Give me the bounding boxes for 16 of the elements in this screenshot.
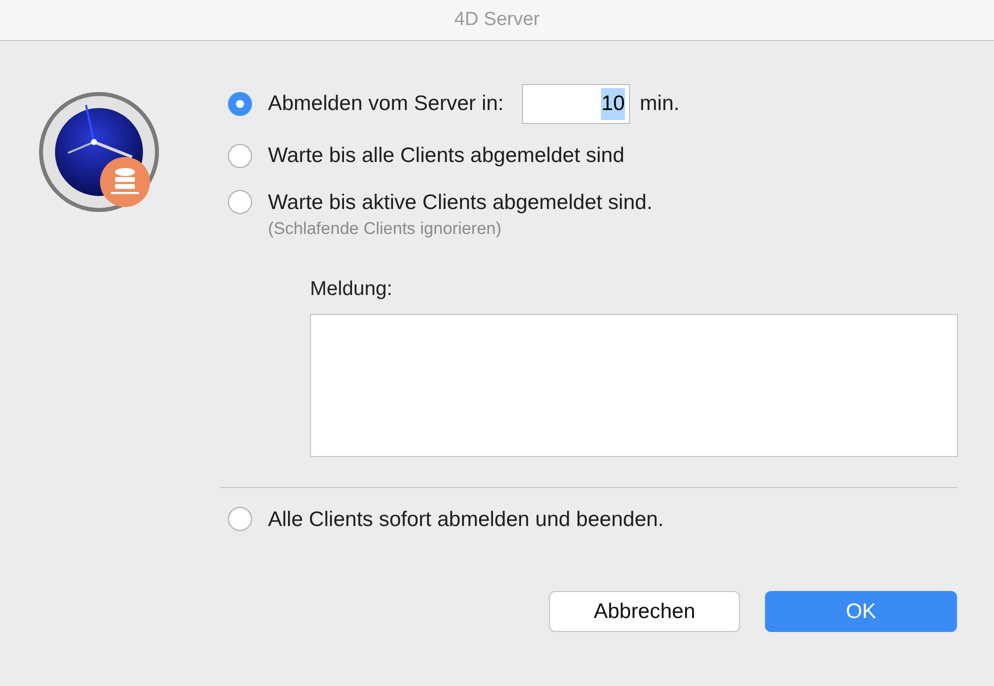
radio-button[interactable]: [228, 190, 252, 214]
unit-label: min.: [640, 91, 680, 118]
message-field[interactable]: [310, 314, 958, 456]
radio-button[interactable]: [228, 92, 252, 116]
option-note: (Schlafende Clients ignorieren): [267, 218, 502, 240]
option-label: Warte bis aktive Clients abgemeldet sind.: [268, 190, 652, 216]
minutes-field[interactable]: 10: [522, 84, 630, 124]
option-label: Warte bis alle Clients abgemeldet sind: [268, 143, 624, 169]
radio-button[interactable]: [228, 144, 252, 168]
radio-button[interactable]: [228, 507, 252, 532]
option-label: Alle Clients sofort abmelden und beenden.: [268, 506, 664, 532]
option-label: Abmelden vom Server in:: [268, 91, 504, 118]
message-label: Meldung:: [310, 276, 394, 302]
window-title: 4D Server: [454, 8, 540, 32]
cancel-button[interactable]: Abbrechen: [549, 591, 740, 632]
database-badge-icon: [100, 157, 150, 207]
